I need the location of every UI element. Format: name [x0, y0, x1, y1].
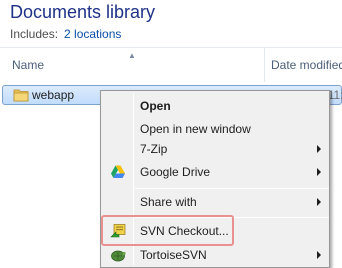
sort-up-icon: ▲	[128, 51, 136, 60]
column-name-header[interactable]: Name	[12, 58, 44, 72]
locations-link[interactable]: 2 locations	[64, 27, 121, 41]
menu-item-svn-checkout[interactable]: SVN Checkout...	[103, 220, 329, 242]
google-drive-icon	[111, 165, 125, 178]
menu-item-open-new-window[interactable]: Open in new window	[103, 118, 329, 140]
menu-item-open[interactable]: Open	[103, 95, 329, 117]
menu-item-label: SVN Checkout...	[140, 224, 229, 238]
menu-item-share-with[interactable]: Share with	[103, 191, 329, 213]
menu-item-7zip[interactable]: 7-Zip	[103, 138, 329, 160]
menu-item-label: TortoiseSVN	[140, 248, 207, 262]
folder-icon	[13, 89, 29, 102]
submenu-arrow-icon	[317, 145, 321, 153]
menu-separator	[135, 217, 329, 218]
menu-item-label: Google Drive	[140, 165, 211, 179]
library-title: Documents library	[10, 2, 156, 22]
menu-item-tortoisesvn[interactable]: TortoiseSVN	[103, 244, 329, 266]
includes-line: Includes: 2 locations	[10, 27, 121, 41]
submenu-arrow-icon	[317, 198, 321, 206]
menu-item-label: Open in new window	[140, 122, 251, 136]
menu-item-label: 7-Zip	[140, 142, 168, 156]
menu-separator	[135, 188, 329, 189]
tortoisesvn-icon	[111, 250, 126, 262]
column-header: ▲ Name Date modified	[0, 47, 342, 82]
menu-item-google-drive[interactable]: Google Drive	[103, 161, 329, 183]
menu-item-label: Share with	[140, 195, 197, 209]
includes-label: Includes:	[10, 27, 59, 41]
column-date-header[interactable]: Date modified	[271, 58, 342, 72]
submenu-arrow-icon	[317, 168, 321, 176]
column-separator[interactable]	[264, 48, 265, 82]
svn-checkout-icon	[110, 224, 126, 238]
submenu-arrow-icon	[317, 251, 321, 259]
menu-item-label: Open	[140, 99, 171, 113]
file-name: webapp	[32, 88, 75, 102]
context-menu: Open Open in new window 7-Zip Google Dri…	[100, 90, 330, 268]
